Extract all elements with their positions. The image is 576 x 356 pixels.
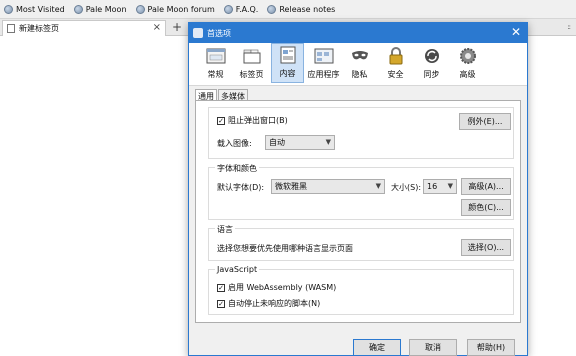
applications-icon xyxy=(314,47,334,65)
tab-list-grip-icon[interactable]: :: xyxy=(567,23,571,31)
tab-new-tab[interactable]: 新建标签页 × xyxy=(2,20,166,36)
load-images-select[interactable]: 自动 ▼ xyxy=(265,135,335,150)
fonts-colors-label: 字体和颜色 xyxy=(215,163,259,174)
font-size-label: 大小(S): xyxy=(391,183,422,192)
content-tab-panel: ✓ 阻止弹出窗口(B) 例外(E)... 载入图像: 自动 ▼ 字体和颜色 默认字… xyxy=(195,100,521,323)
enable-wasm-row[interactable]: ✓ 启用 WebAssembly (WASM) xyxy=(217,282,336,293)
bookmark-pale-moon-forum[interactable]: Pale Moon forum xyxy=(135,4,215,14)
globe-icon xyxy=(4,4,13,14)
globe-icon xyxy=(73,4,83,14)
chevron-down-icon: ▼ xyxy=(447,182,453,190)
sync-icon xyxy=(422,47,442,65)
bookmarks-toolbar: Most Visited Pale Moon Pale Moon forum F… xyxy=(0,0,576,19)
bookmark-faq[interactable]: F.A.Q. xyxy=(223,4,258,14)
javascript-label: JavaScript xyxy=(215,265,260,274)
choose-language-button[interactable]: 选择(O)... xyxy=(461,239,511,256)
enable-wasm-checkbox[interactable]: ✓ xyxy=(217,283,225,292)
advanced-fonts-button[interactable]: 高级(A)... xyxy=(461,178,511,195)
language-description: 选择您想要优先使用哪种语言显示页面 xyxy=(217,244,353,253)
language-label: 语言 xyxy=(215,224,235,235)
page-icon xyxy=(7,24,15,33)
dialog-title: 首选项 xyxy=(207,28,231,38)
new-tab-button[interactable]: + xyxy=(172,20,182,34)
javascript-group: JavaScript ✓ 启用 WebAssembly (WASM) ✓ 自动停… xyxy=(208,265,514,315)
stop-unresponsive-checkbox[interactable]: ✓ xyxy=(217,299,225,308)
block-popups-checkbox[interactable]: ✓ xyxy=(217,116,225,125)
chevron-down-icon: ▼ xyxy=(375,182,381,190)
pane-advanced[interactable]: 高级 xyxy=(451,43,484,83)
globe-icon xyxy=(223,4,233,14)
popups-images-group: ✓ 阻止弹出窗口(B) 例外(E)... 载入图像: 自动 ▼ xyxy=(208,107,514,159)
privacy-mask-icon xyxy=(350,47,370,65)
bookmark-most-visited[interactable]: Most Visited xyxy=(4,4,65,14)
stop-unresponsive-row[interactable]: ✓ 自动停止未响应的脚本(N) xyxy=(217,298,320,309)
default-font-label: 默认字体(D): xyxy=(217,183,265,192)
dialog-titlebar: 首选项 ✕ xyxy=(189,23,527,43)
chevron-down-icon: ▼ xyxy=(325,138,331,146)
close-icon[interactable]: ✕ xyxy=(511,25,521,39)
pane-applications[interactable]: 应用程序 xyxy=(307,43,340,83)
default-font-select[interactable]: 微软雅黑 ▼ xyxy=(271,179,385,194)
pane-content[interactable]: 内容 xyxy=(271,43,304,83)
globe-icon xyxy=(267,4,277,14)
pane-general[interactable]: 常规 xyxy=(199,43,232,83)
bookmark-release-notes[interactable]: Release notes xyxy=(267,4,335,14)
fonts-colors-group: 字体和颜色 默认字体(D): 微软雅黑 ▼ 大小(S): 16 ▼ 高级(A)...… xyxy=(208,163,514,220)
cancel-button[interactable]: 取消 xyxy=(409,339,457,356)
ok-button[interactable]: 确定 xyxy=(353,339,401,356)
pane-privacy[interactable]: 隐私 xyxy=(343,43,376,83)
pane-security[interactable]: 安全 xyxy=(379,43,412,83)
font-size-select[interactable]: 16 ▼ xyxy=(423,179,457,194)
pane-sync[interactable]: 同步 xyxy=(415,43,448,83)
app-icon xyxy=(193,28,203,38)
general-icon xyxy=(206,47,226,65)
globe-icon xyxy=(135,4,145,14)
close-tab-icon[interactable]: × xyxy=(153,22,161,33)
language-group: 语言 选择您想要优先使用哪种语言显示页面 选择(O)... xyxy=(208,224,514,261)
gear-icon xyxy=(458,47,478,65)
content-icon xyxy=(278,46,298,64)
preferences-dialog: 首选项 ✕ 常规 标签页 内容 应用程序 隐私 安全 同步 高级 通用 多媒体 … xyxy=(188,22,528,356)
colors-button[interactable]: 颜色(C)... xyxy=(461,199,511,216)
exceptions-button[interactable]: 例外(E)... xyxy=(459,113,511,130)
load-images-label: 载入图像: xyxy=(217,139,252,148)
bookmark-pale-moon[interactable]: Pale Moon xyxy=(73,4,127,14)
preferences-pane-toolbar: 常规 标签页 内容 应用程序 隐私 安全 同步 高级 xyxy=(189,43,527,86)
help-button[interactable]: 帮助(H) xyxy=(467,339,515,356)
tabs-icon xyxy=(242,47,262,65)
lock-icon xyxy=(386,47,406,65)
block-popups-row[interactable]: ✓ 阻止弹出窗口(B) xyxy=(217,115,288,126)
pane-tabs[interactable]: 标签页 xyxy=(235,43,268,83)
